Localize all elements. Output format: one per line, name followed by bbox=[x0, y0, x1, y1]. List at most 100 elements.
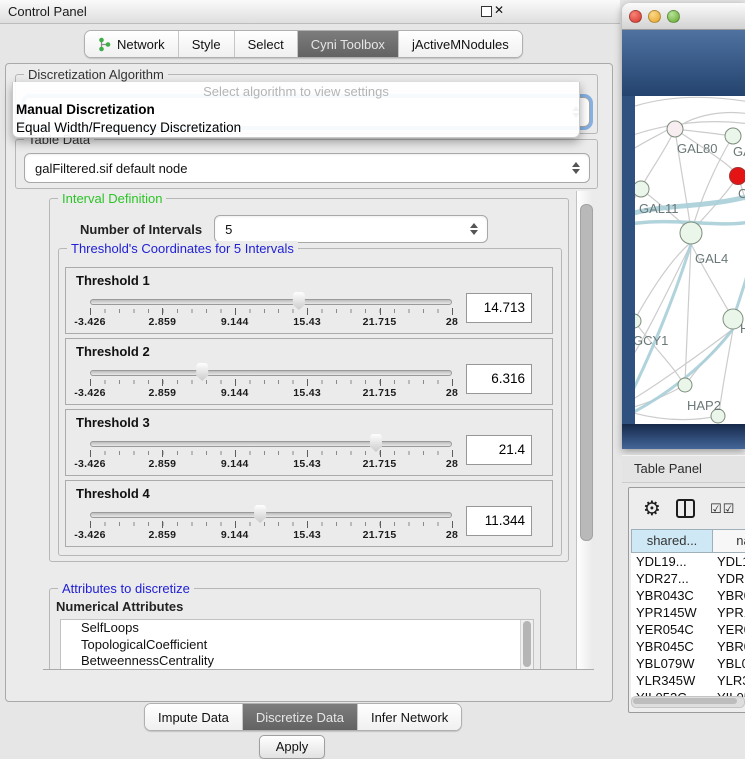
major-tick bbox=[452, 379, 453, 386]
table-row[interactable]: YER054C YER054C bbox=[631, 621, 745, 638]
tab-discretize-data[interactable]: Discretize Data bbox=[243, 704, 358, 730]
threshold-label: Threshold 4 bbox=[76, 486, 542, 501]
table-cell-name[interactable]: YBR045C bbox=[712, 638, 745, 655]
network-canvas[interactable]: GAL80 GA C GAL11 GAL4 GCY1 H HAP2 bbox=[635, 96, 745, 424]
table-cell-shared-name[interactable]: YDL19... bbox=[631, 553, 712, 570]
table-data-combo[interactable]: galFiltered.sif default node bbox=[24, 153, 590, 183]
table-row[interactable]: YBR045C YBR045C bbox=[631, 638, 745, 655]
tab-jactivemnodules[interactable]: jActiveMNodules bbox=[399, 31, 522, 57]
table-horizontal-scrollbar[interactable] bbox=[631, 696, 745, 708]
threshold-value-field[interactable]: 11.344 bbox=[466, 506, 532, 536]
table-row[interactable]: YDL19... YDL19 bbox=[631, 553, 745, 570]
network-node[interactable] bbox=[725, 128, 741, 144]
algorithm-dropdown-popup: Select algorithm to view settings Manual… bbox=[12, 82, 580, 138]
network-node[interactable] bbox=[667, 121, 683, 137]
network-node[interactable] bbox=[635, 314, 641, 328]
threshold-slider[interactable]: -3.4262.8599.14415.4321.71528 bbox=[90, 362, 452, 402]
settings-vertical-scrollbar[interactable] bbox=[576, 191, 594, 669]
node-label-gal80: GAL80 bbox=[677, 141, 717, 156]
scrollbar-thumb[interactable] bbox=[633, 698, 737, 704]
slider-thumb[interactable] bbox=[291, 292, 306, 310]
slider-track[interactable] bbox=[90, 299, 452, 305]
slider-track[interactable] bbox=[90, 441, 452, 447]
table-cell-name[interactable]: YLR345W bbox=[712, 672, 745, 689]
select-columns-icon[interactable]: ☑☑ bbox=[710, 501, 735, 517]
threshold-value-field[interactable]: 14.713 bbox=[466, 293, 532, 323]
slider-thumb[interactable] bbox=[368, 434, 383, 452]
table-row[interactable]: YBR043C YBR043C bbox=[631, 587, 745, 604]
network-node[interactable] bbox=[678, 378, 692, 392]
slider-track[interactable] bbox=[90, 370, 452, 376]
major-tick bbox=[90, 379, 91, 386]
tab-cyni-toolbox[interactable]: Cyni Toolbox bbox=[298, 31, 399, 57]
dropdown-option-equal-width[interactable]: Equal Width/Frequency Discretization bbox=[13, 119, 579, 137]
dropdown-option-manual-discretization[interactable]: Manual Discretization bbox=[13, 101, 579, 119]
network-node[interactable] bbox=[635, 181, 649, 197]
attributes-group-title: Attributes to discretize bbox=[58, 581, 194, 596]
dropdown-prompt-item[interactable]: Select algorithm to view settings bbox=[13, 82, 579, 101]
table-cell-name[interactable]: YBR043C bbox=[712, 587, 745, 604]
attribute-list-item[interactable]: TopologicalCoefficient bbox=[61, 637, 533, 654]
table-cell-shared-name[interactable]: YPR145W bbox=[631, 604, 712, 621]
tab-network[interactable]: Network bbox=[85, 31, 179, 57]
table-row[interactable]: YBL079W YBL079W bbox=[631, 655, 745, 672]
gear-icon[interactable]: ⚙ bbox=[643, 499, 661, 519]
tab-style[interactable]: Style bbox=[179, 31, 235, 57]
table-rows: YDL19... YDL19 YDR27... YDR27 YBR043C YB… bbox=[631, 553, 745, 697]
tick-label: 15.43 bbox=[293, 387, 321, 399]
number-of-intervals-value: 5 bbox=[215, 222, 465, 237]
table-cell-shared-name[interactable]: YER054C bbox=[631, 621, 712, 638]
slider-track[interactable] bbox=[90, 512, 452, 518]
column-header-shared-name[interactable]: shared... bbox=[631, 529, 712, 553]
table-cell-name[interactable]: YBL079W bbox=[712, 655, 745, 672]
major-tick bbox=[90, 521, 91, 528]
table-cell-shared-name[interactable]: YLR345W bbox=[631, 672, 712, 689]
threshold-value-field[interactable]: 21.4 bbox=[466, 435, 532, 465]
network-node-selected[interactable] bbox=[730, 168, 745, 185]
table-cell-name[interactable]: YDR27 bbox=[712, 570, 745, 587]
table-cell-name[interactable]: YER054C bbox=[712, 621, 745, 638]
slider-thumb[interactable] bbox=[253, 505, 268, 523]
cyni-bottom-tabbar: Impute Data Discretize Data Infer Networ… bbox=[144, 703, 462, 731]
table-cell-name[interactable]: YDL19 bbox=[712, 553, 745, 570]
attribute-list-item[interactable]: BetweennessCentrality bbox=[61, 653, 533, 670]
mac-close-button[interactable] bbox=[629, 10, 642, 23]
tick-label: -3.426 bbox=[74, 458, 106, 470]
float-window-icon[interactable] bbox=[481, 6, 492, 17]
table-row[interactable]: YDR27... YDR27 bbox=[631, 570, 745, 587]
column-header-name[interactable]: name bbox=[712, 529, 745, 553]
mac-zoom-button[interactable] bbox=[667, 10, 680, 23]
close-icon[interactable]: ✕ bbox=[494, 3, 504, 17]
table-cell-shared-name[interactable]: YDR27... bbox=[631, 570, 712, 587]
number-of-intervals-combo[interactable]: 5 bbox=[214, 215, 488, 243]
tab-infer-network[interactable]: Infer Network bbox=[358, 704, 461, 730]
mac-minimize-button[interactable] bbox=[648, 10, 661, 23]
threshold-value-field[interactable]: 6.316 bbox=[466, 364, 532, 394]
tab-impute-data[interactable]: Impute Data bbox=[145, 704, 243, 730]
column-layout-icon[interactable] bbox=[676, 499, 695, 518]
discretization-algorithm-group-title: Discretization Algorithm bbox=[24, 67, 168, 82]
attr-items: SelfLoopsTopologicalCoefficientBetweenne… bbox=[61, 620, 533, 670]
major-tick bbox=[307, 379, 308, 386]
threshold-slider[interactable]: -3.4262.8599.14415.4321.71528 bbox=[90, 433, 452, 473]
table-row[interactable]: YPR145W YPR145W bbox=[631, 604, 745, 621]
scrollbar-thumb[interactable] bbox=[580, 204, 593, 541]
attributes-list-scrollbar[interactable] bbox=[520, 620, 533, 669]
threshold-slider[interactable]: -3.4262.8599.14415.4321.71528 bbox=[90, 291, 452, 331]
numerical-attributes-list[interactable]: SelfLoopsTopologicalCoefficientBetweenne… bbox=[60, 619, 534, 670]
table-data-combo-value: galFiltered.sif default node bbox=[25, 161, 567, 176]
settings-scroll-area: Interval Definition Number of Intervals … bbox=[43, 191, 594, 670]
network-node[interactable] bbox=[680, 222, 702, 244]
apply-button[interactable]: Apply bbox=[259, 735, 325, 759]
attribute-list-item[interactable]: SelfLoops bbox=[61, 620, 533, 637]
table-cell-shared-name[interactable]: YBR045C bbox=[631, 638, 712, 655]
scrollbar-thumb[interactable] bbox=[523, 621, 531, 667]
table-cell-name[interactable]: YPR145W bbox=[712, 604, 745, 621]
table-row[interactable]: YLR345W YLR345W bbox=[631, 672, 745, 689]
threshold-slider[interactable]: -3.4262.8599.14415.4321.71528 bbox=[90, 504, 452, 544]
slider-thumb[interactable] bbox=[195, 363, 210, 381]
table-cell-shared-name[interactable]: YBR043C bbox=[631, 587, 712, 604]
table-cell-shared-name[interactable]: YBL079W bbox=[631, 655, 712, 672]
tab-select[interactable]: Select bbox=[235, 31, 298, 57]
table-data-group: Table Data galFiltered.sif default node bbox=[15, 139, 598, 189]
